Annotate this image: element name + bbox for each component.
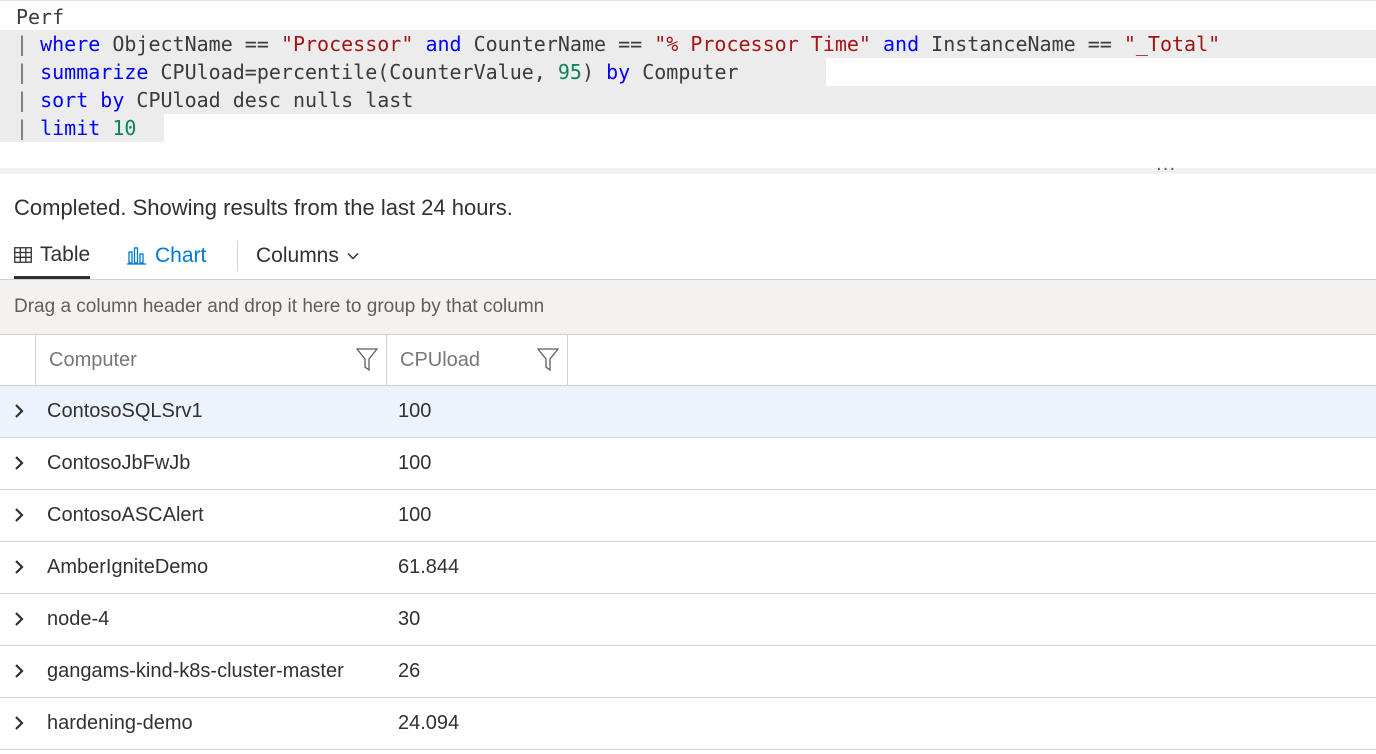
chevron-right-icon[interactable]	[12, 507, 26, 523]
grid-header: Computer CPUload	[0, 335, 1376, 386]
tab-separator	[237, 241, 238, 271]
table-row[interactable]: gangams-kind-k8s-cluster-master 26	[0, 646, 1376, 698]
column-header-label: CPUload	[400, 349, 481, 371]
chevron-right-icon[interactable]	[12, 455, 26, 471]
query-token: |	[16, 116, 41, 140]
cell-computer: ContosoJbFwJb	[47, 452, 191, 474]
tab-chart-label: Chart	[155, 244, 207, 267]
table-row[interactable]: node-4 30	[0, 594, 1376, 646]
query-token: and	[883, 32, 920, 56]
cell-computer: AmberIgniteDemo	[47, 556, 209, 578]
query-token: ObjectName ==	[100, 32, 281, 56]
query-token: where	[40, 32, 101, 56]
chevron-right-icon[interactable]	[12, 559, 26, 575]
query-token: )	[581, 60, 607, 84]
query-token	[136, 116, 148, 140]
group-by-hint: Drag a column header and drop it here to…	[14, 296, 545, 317]
cell-computer: node-4	[47, 608, 110, 630]
tab-chart[interactable]: Chart	[127, 234, 206, 278]
cell-cpuload: 61.844	[398, 556, 460, 578]
group-by-drop-zone[interactable]: Drag a column header and drop it here to…	[0, 280, 1376, 335]
table-row[interactable]: AmberIgniteDemo 61.844	[0, 542, 1376, 594]
cell-computer: hardening-demo	[47, 712, 193, 734]
query-token: summarize	[40, 60, 149, 84]
query-token: by	[606, 60, 631, 84]
query-token: "Processor"	[280, 32, 414, 56]
query-token: 10	[112, 116, 137, 140]
cell-computer: ContosoASCAlert	[47, 504, 204, 526]
cell-cpuload: 100	[398, 452, 432, 474]
query-line-2: | where ObjectName == "Processor" and Co…	[0, 30, 1376, 58]
columns-dropdown[interactable]: Columns	[256, 234, 367, 278]
cell-cpuload: 30	[398, 608, 421, 630]
table-row[interactable]: ContosoASCAlert 100	[0, 490, 1376, 542]
results-table-body: ContosoSQLSrv1 100 ContosoJbFwJb 100 Con…	[0, 386, 1376, 750]
query-token: InstanceName ==	[919, 32, 1124, 56]
query-token: |	[16, 88, 41, 112]
query-token: and	[425, 32, 462, 56]
chevron-down-icon	[347, 252, 359, 260]
columns-dropdown-label: Columns	[256, 244, 339, 267]
tab-table[interactable]: Table	[14, 234, 91, 279]
query-line-3: | summarize CPUload=percentile(CounterVa…	[0, 58, 826, 86]
query-token	[871, 32, 883, 56]
query-token	[100, 116, 112, 140]
query-token: "% Processor Time"	[654, 32, 871, 56]
tab-table-label: Table	[40, 243, 91, 266]
cell-computer: ContosoSQLSrv1	[47, 400, 203, 422]
cell-cpuload: 26	[398, 660, 421, 682]
query-token: "_Total"	[1123, 32, 1221, 56]
table-grid-icon	[14, 247, 32, 263]
query-token: |	[16, 60, 41, 84]
more-options-icon[interactable]: ...	[1156, 156, 1176, 174]
chevron-right-icon[interactable]	[12, 611, 26, 627]
table-row[interactable]: ContosoJbFwJb 100	[0, 438, 1376, 490]
query-token: CPUload desc nulls last	[124, 88, 426, 112]
cell-cpuload: 100	[398, 504, 432, 526]
query-editor[interactable]: Perf | where ObjectName == "Processor" a…	[0, 0, 1376, 169]
cell-cpuload: 100	[398, 400, 432, 422]
query-token: |	[16, 32, 41, 56]
query-line-1: Perf	[16, 5, 65, 29]
query-token: sort by	[40, 88, 125, 112]
query-token	[413, 32, 425, 56]
query-line-4: | sort by CPUload desc nulls last	[0, 86, 1376, 114]
bar-chart-icon	[127, 247, 146, 265]
query-line-5: | limit 10	[0, 114, 164, 142]
column-header-label: Computer	[49, 349, 137, 371]
chevron-right-icon[interactable]	[12, 663, 26, 679]
filter-icon[interactable]	[356, 348, 378, 372]
chevron-right-icon[interactable]	[12, 403, 26, 419]
column-header-computer[interactable]: Computer	[35, 335, 386, 385]
table-row[interactable]: hardening-demo 24.094	[0, 698, 1376, 750]
query-token: 95	[557, 60, 582, 84]
result-view-tabs: Table Chart Columns	[0, 234, 1376, 280]
cell-computer: gangams-kind-k8s-cluster-master	[47, 660, 344, 682]
query-token: Computer	[630, 60, 739, 84]
cell-cpuload: 24.094	[398, 712, 460, 734]
query-status: Completed. Showing results from the last…	[14, 195, 513, 220]
query-token: CounterName ==	[461, 32, 655, 56]
filter-icon[interactable]	[537, 348, 559, 372]
query-token: CPUload=percentile(CounterValue,	[148, 60, 558, 84]
chevron-right-icon[interactable]	[12, 715, 26, 731]
table-row[interactable]: ContosoSQLSrv1 100	[0, 386, 1376, 438]
query-token: limit	[40, 116, 101, 140]
column-header-cpuload[interactable]: CPUload	[386, 335, 568, 385]
